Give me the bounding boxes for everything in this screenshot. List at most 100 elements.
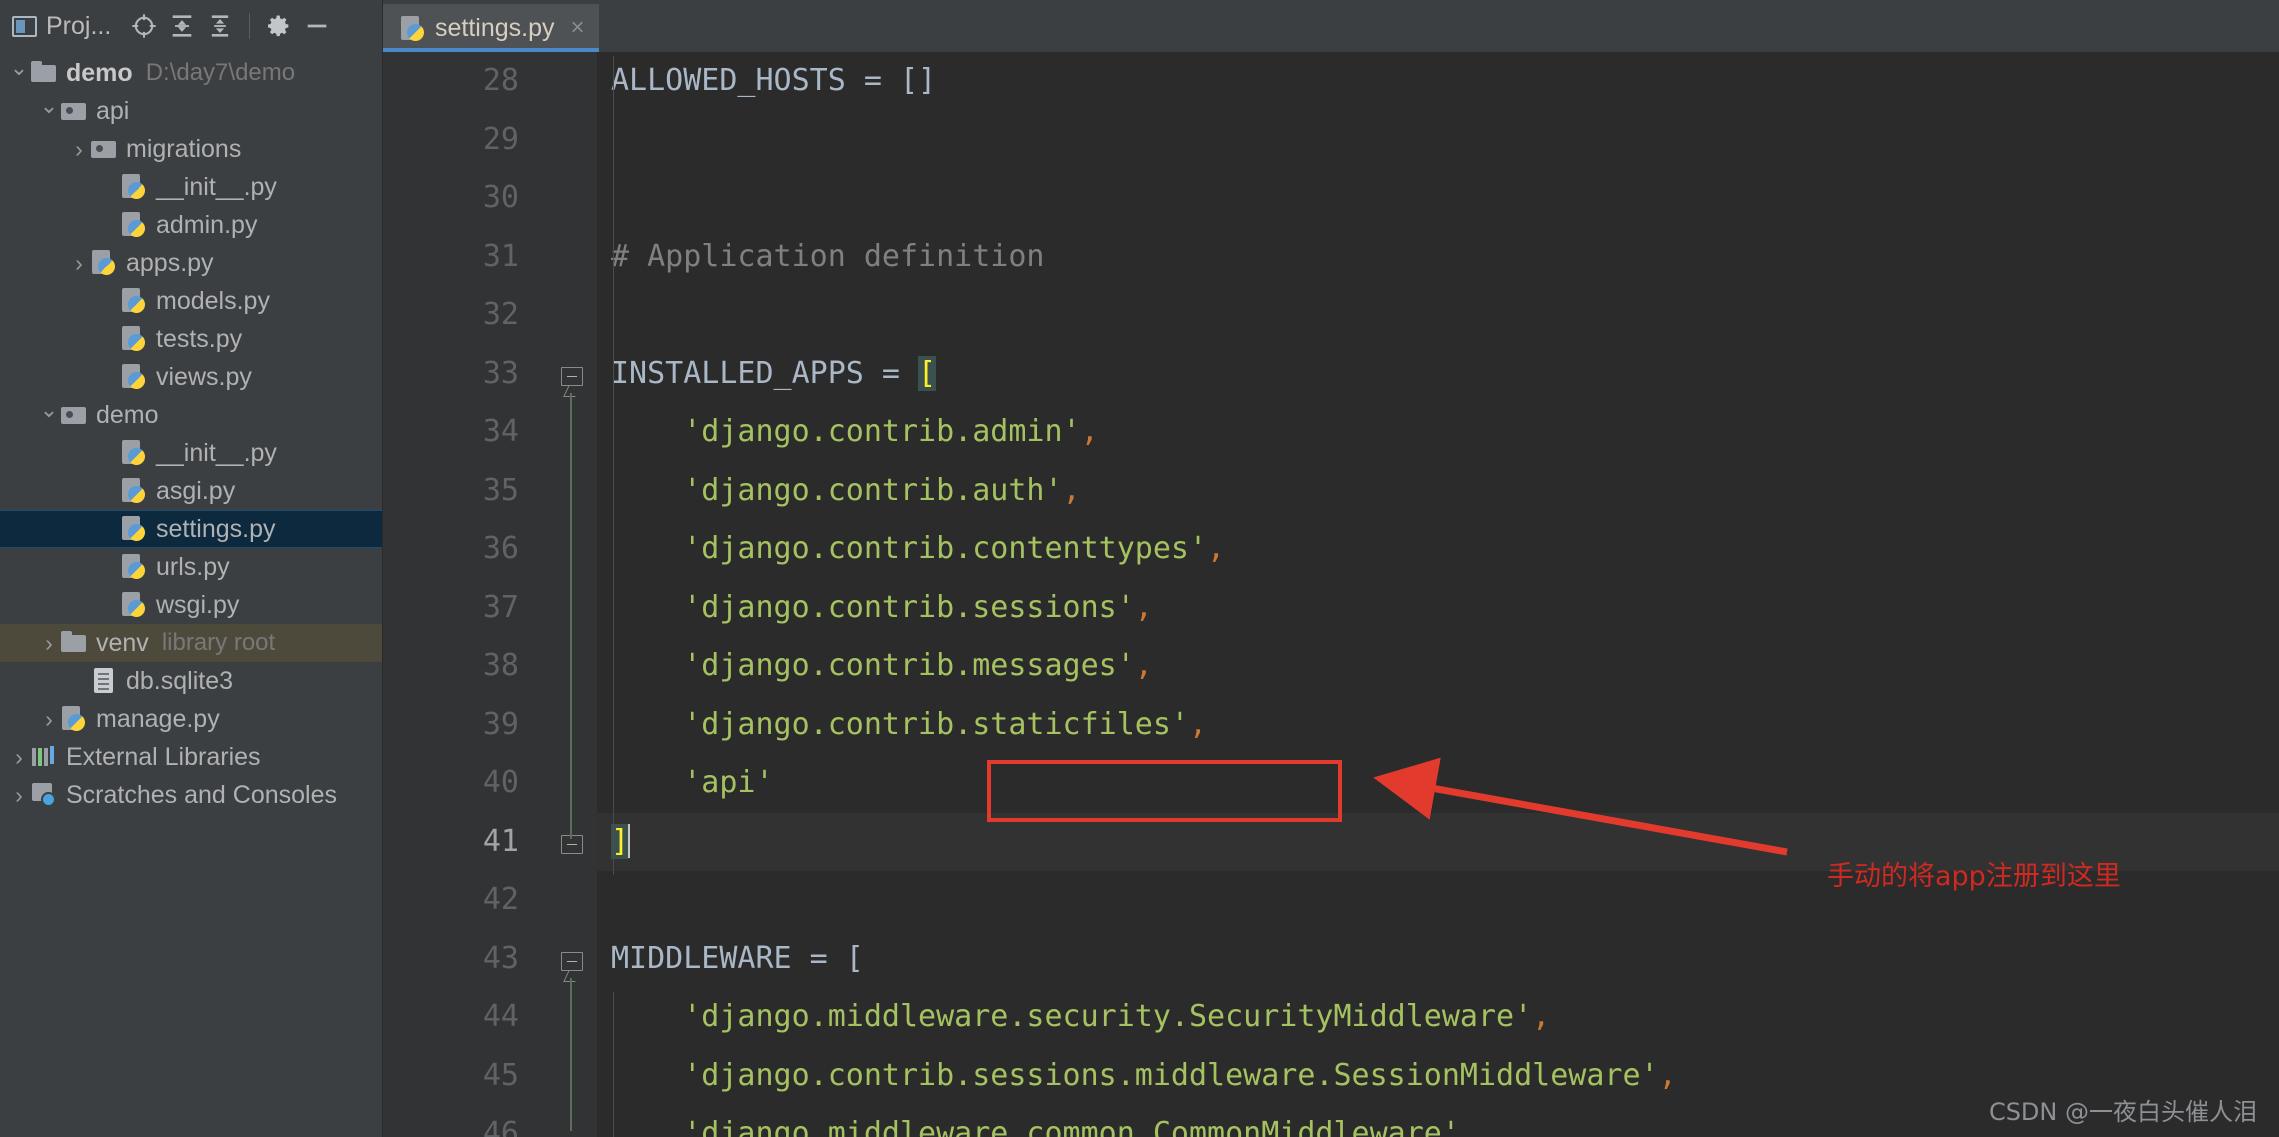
chevron-down-icon[interactable] (38, 100, 60, 122)
locate-icon-svg (130, 12, 158, 40)
chevron-right-icon[interactable] (38, 632, 60, 655)
tree-item-label: api (96, 97, 129, 126)
minus-icon-svg (303, 12, 331, 40)
chevron-down-icon[interactable] (8, 62, 30, 84)
code-line[interactable]: 'django.contrib.contenttypes', (597, 520, 2279, 579)
code-token: , (1135, 590, 1153, 625)
python-file-icon (120, 553, 148, 581)
chevron-right-icon[interactable] (68, 138, 90, 161)
tree-item-demo[interactable]: demo (0, 396, 382, 434)
code-folding-strip[interactable] (545, 52, 597, 1137)
code-line[interactable]: 'django.contrib.staticfiles', (597, 696, 2279, 755)
tree-item--init-py[interactable]: __init__.py (0, 168, 382, 206)
code-line[interactable] (597, 169, 2279, 228)
tree-item-label: __init__.py (156, 173, 277, 202)
code-token: ALLOWED_HOSTS = [] (611, 63, 936, 98)
tree-item-models-py[interactable]: models.py (0, 282, 382, 320)
tree-item-settings-py[interactable]: settings.py (0, 510, 382, 548)
code-token: 'api' (683, 765, 773, 800)
tree-item-secondary-label: library root (162, 629, 275, 657)
gear-icon[interactable] (262, 9, 296, 43)
tree-item-label: migrations (126, 135, 241, 164)
collapse-all-icon[interactable] (203, 9, 237, 43)
expand-all-icon[interactable] (165, 9, 199, 43)
chevron-right-icon[interactable] (8, 746, 30, 769)
tree-item-label: admin.py (156, 211, 257, 240)
tree-item-external-libraries[interactable]: External Libraries (0, 738, 382, 776)
code-line[interactable]: INSTALLED_APPS = [ (597, 345, 2279, 404)
project-tree[interactable]: demoD:\day7\demo api migrations __init__.py… (0, 52, 382, 1137)
code-content[interactable]: ALLOWED_HOSTS = [] # Application definiti… (597, 52, 2279, 1137)
tree-item-scratches-and-consoles[interactable]: Scratches and Consoles (0, 776, 382, 814)
fold-toggle-icon[interactable] (561, 367, 583, 386)
fold-marker-tail (563, 970, 581, 982)
tree-item-tests-py[interactable]: tests.py (0, 320, 382, 358)
tree-item-apps-py[interactable]: apps.py (0, 244, 382, 282)
code-token: , (1207, 531, 1225, 566)
tree-item-views-py[interactable]: views.py (0, 358, 382, 396)
code-token: , (1659, 1058, 1677, 1093)
code-line[interactable]: ALLOWED_HOSTS = [] (597, 52, 2279, 111)
chevron-right-icon[interactable] (8, 784, 30, 807)
code-editor-area[interactable]: 28293031323334353637383940414243444546 A… (383, 52, 2279, 1137)
code-line[interactable]: 'api' (597, 754, 2279, 813)
code-line[interactable] (597, 286, 2279, 345)
tree-item-venv[interactable]: venv library root (0, 624, 382, 662)
line-number-gutter[interactable]: 28293031323334353637383940414243444546 (383, 52, 545, 1137)
locate-icon[interactable] (127, 9, 161, 43)
code-line[interactable]: 'django.contrib.sessions', (597, 579, 2279, 638)
tab-settings-py[interactable]: settings.py × (383, 4, 599, 52)
tree-item-api[interactable]: api (0, 92, 382, 130)
code-token: 'django.contrib.messages' (683, 648, 1135, 683)
project-tool-window-title[interactable]: Proj... (12, 12, 123, 41)
text-caret (628, 824, 630, 858)
code-fold-marker[interactable] (561, 367, 583, 389)
database-file-icon (90, 667, 118, 695)
code-line[interactable]: 'django.middleware.security.SecurityMidd… (597, 988, 2279, 1047)
tree-item-admin-py[interactable]: admin.py (0, 206, 382, 244)
fold-region-line (570, 393, 572, 839)
code-line[interactable]: 'django.contrib.messages', (597, 637, 2279, 696)
line-number: 36 (383, 520, 545, 579)
chevron-down-icon[interactable] (38, 404, 60, 426)
tree-item-asgi-py[interactable]: asgi.py (0, 472, 382, 510)
chevron-right-icon[interactable] (38, 708, 60, 731)
tree-item--init-py[interactable]: __init__.py (0, 434, 382, 472)
code-line[interactable]: MIDDLEWARE = [ (597, 930, 2279, 989)
folder-icon (60, 629, 88, 657)
code-fold-marker[interactable] (561, 952, 583, 974)
line-number: 44 (383, 988, 545, 1047)
tree-item-manage-py[interactable]: manage.py (0, 700, 382, 738)
fold-region-line (570, 978, 572, 1132)
close-icon[interactable]: × (571, 16, 585, 40)
line-number: 31 (383, 228, 545, 287)
tree-item-wsgi-py[interactable]: wsgi.py (0, 586, 382, 624)
fold-toggle-icon[interactable] (561, 835, 583, 854)
tree-item-migrations[interactable]: migrations (0, 130, 382, 168)
chevron-right-icon[interactable] (68, 252, 90, 275)
line-number: 46 (383, 1105, 545, 1137)
code-line[interactable]: # Application definition (597, 228, 2279, 287)
hide-window-icon[interactable] (300, 9, 334, 43)
python-file-icon (399, 15, 425, 41)
tree-item-label: wsgi.py (156, 591, 239, 620)
module-folder-icon (60, 401, 88, 429)
code-line[interactable] (597, 111, 2279, 170)
python-file-icon (120, 439, 148, 467)
code-token: 'django.contrib.contenttypes' (683, 531, 1207, 566)
code-token: , (1063, 473, 1081, 508)
tree-item-label: views.py (156, 363, 252, 392)
line-number: 33 (383, 345, 545, 404)
tree-item-label: urls.py (156, 553, 230, 582)
collapse-all-icon-svg (206, 12, 234, 40)
code-line[interactable]: 'django.contrib.admin', (597, 403, 2279, 462)
code-token: 'django.contrib.admin' (683, 414, 1080, 449)
tree-item-urls-py[interactable]: urls.py (0, 548, 382, 586)
tree-item-label: venv (96, 629, 149, 658)
python-file-icon (120, 477, 148, 505)
code-line[interactable]: 'django.contrib.auth', (597, 462, 2279, 521)
fold-toggle-icon[interactable] (561, 952, 583, 971)
code-fold-end-marker[interactable] (561, 835, 583, 857)
tree-item-demo[interactable]: demoD:\day7\demo (0, 54, 382, 92)
tree-item-db-sqlite3[interactable]: db.sqlite3 (0, 662, 382, 700)
